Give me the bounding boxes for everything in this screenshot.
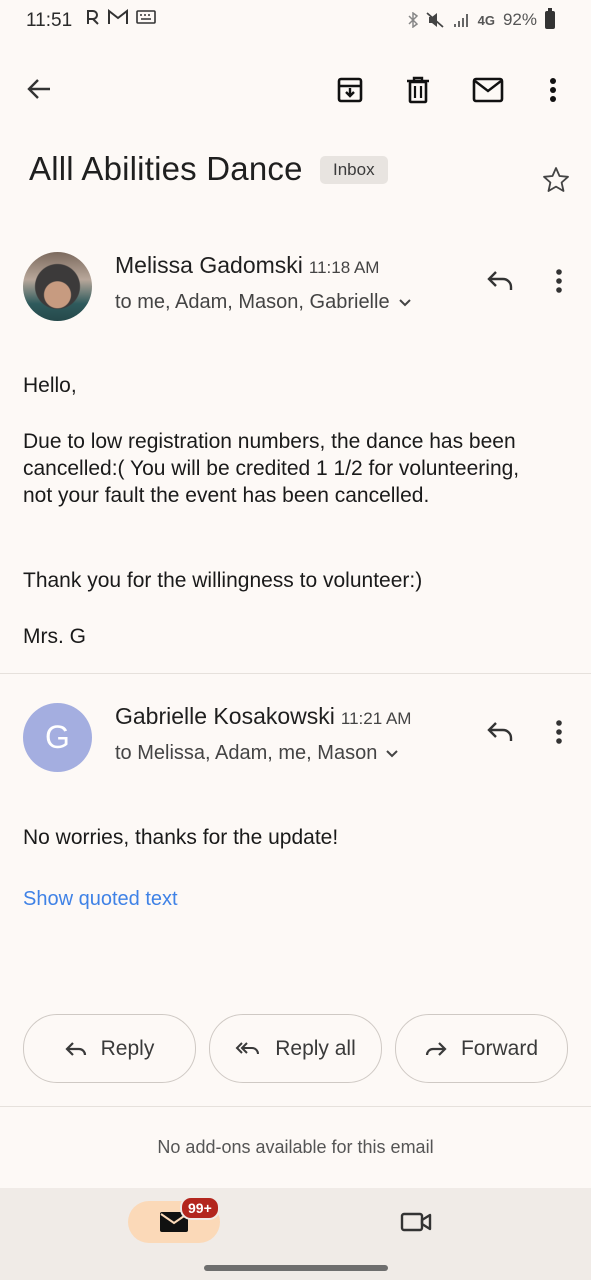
trash-icon	[407, 76, 429, 104]
reply-button-message-2[interactable]	[484, 717, 516, 747]
mute-icon	[426, 12, 444, 28]
reply-icon	[65, 1041, 86, 1056]
app-r-icon	[87, 10, 99, 25]
star-icon	[543, 167, 569, 192]
message-body-line: No worries, thanks for the update!	[23, 826, 339, 849]
reply-all-label: Reply all	[275, 1036, 356, 1060]
mark-unread-button[interactable]	[470, 73, 506, 107]
network-type: 4G	[477, 12, 495, 28]
message-signature: Mrs. G	[23, 625, 86, 648]
addons-note: No add-ons available for this email	[157, 1137, 434, 1157]
meet-tab[interactable]	[398, 1206, 434, 1238]
message-2-header[interactable]: Gabrielle Kosakowski 11:21 AM	[115, 703, 411, 730]
message-time: 11:18 AM	[308, 258, 380, 277]
inbox-label-chip[interactable]: Inbox	[320, 156, 388, 184]
show-quoted-text-link[interactable]: Show quoted text	[23, 888, 178, 911]
message-time: 11:21 AM	[340, 709, 412, 728]
forward-button[interactable]: Forward	[395, 1014, 568, 1083]
star-button[interactable]	[541, 165, 571, 195]
sender-avatar-letter[interactable]: G	[23, 703, 92, 772]
addons-divider	[0, 1106, 591, 1107]
battery-icon	[545, 8, 555, 29]
recipients-toggle[interactable]: to Melissa, Adam, me, Mason	[115, 742, 399, 765]
reply-all-icon	[235, 1041, 260, 1054]
unread-count-badge: 99+	[180, 1196, 220, 1220]
archive-icon	[337, 77, 363, 103]
keyboard-icon	[136, 10, 156, 24]
video-camera-icon	[400, 1212, 432, 1232]
sender-avatar-photo[interactable]	[23, 252, 92, 321]
more-options-button[interactable]	[540, 73, 566, 107]
more-vertical-icon	[556, 269, 562, 293]
recipients-text: to me, Adam, Mason, Gabrielle	[115, 291, 390, 313]
bluetooth-icon	[408, 12, 418, 28]
message-divider	[0, 673, 591, 674]
message-1-header[interactable]: Melissa Gadomski 11:18 AM	[115, 252, 379, 279]
sender-name: Gabrielle Kosakowski	[115, 703, 335, 729]
message-2-more-button[interactable]	[549, 717, 569, 747]
gmail-icon	[108, 9, 128, 24]
message-1-more-button[interactable]	[549, 266, 569, 296]
email-subject: Alll Abilities Dance	[29, 150, 303, 187]
message-body-line: Hello,	[23, 374, 77, 397]
reply-button-message-1[interactable]	[484, 266, 516, 296]
message-body-line: Thank you for the willingness to volunte…	[23, 569, 423, 592]
status-time: 11:51	[26, 10, 73, 31]
forward-label: Forward	[460, 1036, 539, 1060]
signal-icon	[453, 14, 468, 27]
archive-button[interactable]	[333, 73, 367, 107]
battery-percent: 92%	[502, 10, 537, 29]
status-notification-icons	[86, 9, 156, 25]
delete-button[interactable]	[401, 73, 435, 107]
chevron-down-icon	[386, 749, 399, 757]
home-indicator[interactable]	[204, 1265, 388, 1271]
message-body-paragraph: Due to low registration numbers, the dan…	[23, 430, 520, 507]
recipients-text: to Melissa, Adam, me, Mason	[115, 742, 378, 764]
chevron-down-icon	[398, 298, 411, 306]
more-vertical-icon	[550, 78, 556, 102]
back-button[interactable]	[22, 72, 56, 106]
reply-label: Reply	[100, 1036, 155, 1060]
reply-all-button[interactable]: Reply all	[209, 1014, 382, 1083]
arrow-left-icon	[27, 79, 50, 99]
envelope-icon	[472, 77, 504, 103]
status-system-icons: 4G 92%	[408, 8, 555, 30]
reply-button[interactable]: Reply	[23, 1014, 196, 1083]
recipients-toggle[interactable]: to me, Adam, Mason, Gabrielle	[115, 291, 412, 314]
sender-name: Melissa Gadomski	[115, 252, 303, 278]
reply-icon	[487, 271, 513, 290]
forward-icon	[425, 1041, 447, 1056]
more-vertical-icon	[556, 720, 562, 744]
reply-icon	[487, 722, 513, 741]
